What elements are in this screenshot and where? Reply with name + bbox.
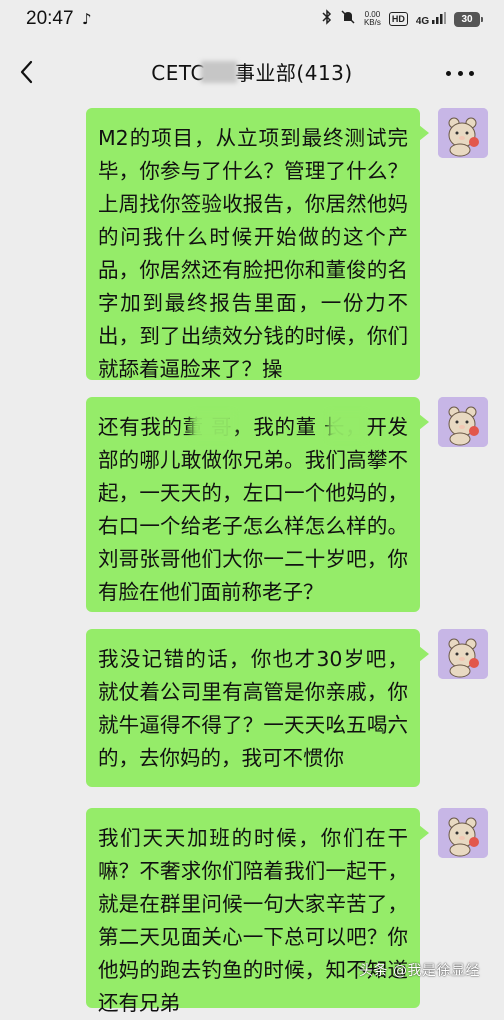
- bear-avatar-icon: [438, 397, 488, 447]
- redacted-blur: [200, 61, 237, 83]
- battery-indicator: 30: [454, 11, 483, 27]
- message-text: 还有我的董 哥，我的董 长，开发部的哪儿敢做你兄弟。我们高攀不起，一天天的，左口…: [98, 415, 408, 604]
- redacted-blur: [192, 411, 234, 441]
- mute-icon: [340, 9, 356, 29]
- message-text: 我们天天加班的时候，你们在干嘛？不奢求你们陪着我们一起干，就是在群里问候一句大家…: [98, 826, 408, 1015]
- network-type: 4G: [415, 11, 446, 27]
- chat-header: CETC 事业部(413): [0, 44, 504, 100]
- bear-avatar-icon: [438, 108, 488, 158]
- bear-avatar-icon: [438, 808, 488, 858]
- message-text: M2的项目，从立项到最终测试完毕，你参与了什么？管理了什么？上周找你签验收报告，…: [98, 126, 408, 381]
- message-bubble[interactable]: M2的项目，从立项到最终测试完毕，你参与了什么？管理了什么？上周找你签验收报告，…: [86, 108, 429, 381]
- more-button[interactable]: [446, 69, 474, 77]
- chat-title-prefix: CETC: [151, 61, 205, 85]
- more-dot-icon: [446, 70, 451, 76]
- chat-title: CETC 事业部(413): [0, 57, 504, 86]
- status-time: 20:47: [26, 8, 74, 29]
- avatar[interactable]: [438, 108, 488, 158]
- avatar[interactable]: [438, 397, 488, 447]
- hd-badge: HD: [388, 12, 408, 26]
- tiktok-icon: ♪: [82, 10, 92, 28]
- chat-title-suffix: 事业部(413): [234, 61, 353, 85]
- avatar[interactable]: [438, 808, 488, 858]
- message-text: 我没记错的话，你也才30岁吧，就仗着公司里有高管是你亲戚，你就牛逼得不得了？一天…: [98, 647, 408, 770]
- network-label: 4G: [415, 15, 430, 27]
- status-icons: 0.00 KB/s HD 4G 30: [322, 9, 483, 29]
- redacted-blur: [328, 411, 366, 441]
- net-speed-unit: KB/s: [363, 18, 381, 27]
- bear-avatar-icon: [438, 629, 488, 679]
- net-speed: 0.00 KB/s: [364, 11, 381, 27]
- bluetooth-icon: [322, 9, 332, 29]
- more-dot-icon: [457, 70, 463, 76]
- avatar[interactable]: [438, 629, 488, 679]
- status-bar: 20:47 ♪ 0.00 KB/s HD 4G 30: [0, 0, 504, 38]
- message-bubble[interactable]: 还有我的董 哥，我的董 长，开发部的哪儿敢做你兄弟。我们高攀不起，一天天的，左口…: [86, 397, 429, 612]
- watermark: 头条 @我是徐显经: [359, 963, 480, 979]
- signal-icon: [432, 11, 446, 24]
- message-bubble[interactable]: 我没记错的话，你也才30岁吧，就仗着公司里有高管是你亲戚，你就牛逼得不得了？一天…: [86, 629, 429, 787]
- more-dot-icon: [469, 70, 474, 76]
